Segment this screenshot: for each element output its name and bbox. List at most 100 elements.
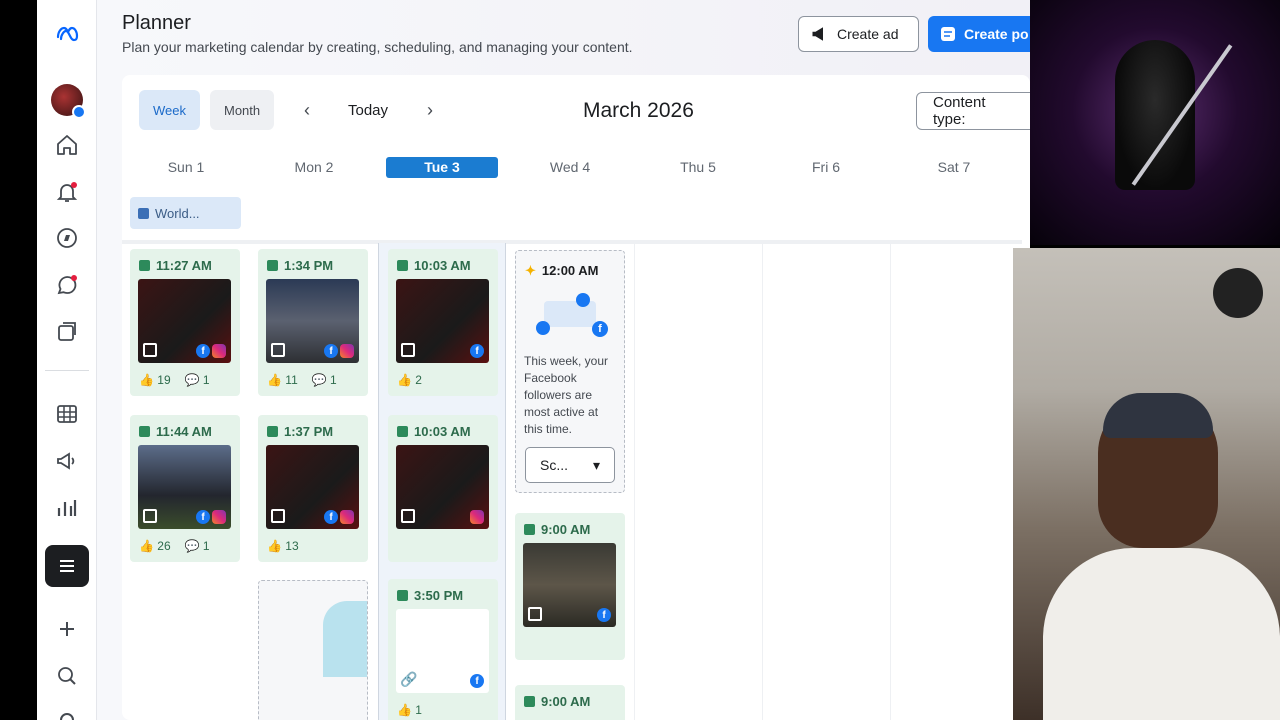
account-avatar[interactable]: [45, 80, 89, 120]
content-icon[interactable]: [45, 312, 89, 352]
day-header[interactable]: Mon 2: [258, 157, 370, 178]
megaphone-icon: [812, 27, 823, 41]
facebook-icon: f: [324, 510, 338, 524]
likes-count: 👍 13: [267, 539, 299, 553]
instagram-icon: [340, 510, 354, 524]
schedule-dropdown[interactable]: Sc... ▾: [525, 447, 615, 483]
webcam-overlay: [1013, 248, 1280, 720]
view-week-tab[interactable]: Week: [139, 90, 200, 130]
facebook-icon: f: [597, 608, 611, 622]
sun-column: 11:27 AM f 👍 19 💬 1 11:44 AM f 👍 26 💬 1: [122, 243, 250, 720]
photo-icon: [271, 343, 285, 357]
day-header[interactable]: Fri 6: [770, 157, 882, 178]
tue-column: 10:03 AM f 👍 2 10:03 AM 3:50 PM 🔗 f 👍 1: [378, 243, 506, 720]
post-time: 11:27 AM: [139, 258, 212, 273]
post-stats: 👍 2: [397, 373, 422, 387]
post-icon: [941, 27, 955, 41]
post-card[interactable]: 9:00 AM f: [515, 513, 625, 660]
sparkle-icon: ✦: [525, 263, 536, 278]
day-header-today[interactable]: Tue 3: [386, 157, 498, 178]
facebook-icon: f: [470, 344, 484, 358]
post-card[interactable]: 11:44 AM f 👍 26 💬 1: [130, 415, 240, 562]
page-title: Planner: [122, 12, 191, 34]
likes-count: 👍 26: [139, 539, 171, 553]
post-card[interactable]: 1:34 PM f 👍 11 💬 1: [258, 249, 368, 396]
wed-column: ✦ 12:00 AM f This week, your Facebook fo…: [506, 243, 634, 720]
photo-icon: [401, 343, 415, 357]
post-card[interactable]: 10:03 AM: [388, 415, 498, 562]
page-subtitle: Plan your marketing calendar by creating…: [122, 39, 633, 55]
chevron-down-icon: ▾: [592, 456, 600, 473]
comments-count: 💬 1: [311, 373, 337, 387]
instagram-icon: [212, 344, 226, 358]
post-card[interactable]: 11:27 AM f 👍 19 💬 1: [130, 249, 240, 396]
photo-icon: [143, 509, 157, 523]
explore-compass-icon[interactable]: [45, 218, 89, 258]
post-card[interactable]: 10:03 AM f 👍 2: [388, 249, 498, 396]
post-card[interactable]: 9:00 AM: [515, 685, 625, 720]
fri-column: [762, 243, 890, 720]
left-nav-rail: [37, 0, 97, 720]
view-month-tab[interactable]: Month: [210, 90, 275, 130]
search-icon[interactable]: [45, 656, 89, 696]
event-chip[interactable]: World...: [130, 197, 241, 229]
post-thumbnail: f: [138, 279, 231, 363]
post-time: 10:03 AM: [397, 424, 471, 439]
post-stats: 👍 19 💬 1: [139, 373, 210, 387]
tank-top: [1043, 548, 1280, 720]
post-thumbnail: f: [266, 445, 359, 529]
week-day-headers: Sun 1 Mon 2 Tue 3 Wed 4 Thu 5 Fri 6 Sat …: [122, 157, 1022, 179]
mon-column: 1:34 PM f 👍 11 💬 1 1:37 PM f 👍 13: [250, 243, 378, 720]
day-header[interactable]: Sun 1: [130, 157, 242, 178]
post-thumbnail-link: 🔗 f: [396, 609, 489, 693]
event-icon: [138, 207, 149, 219]
create-post-button[interactable]: Create po: [928, 16, 1030, 52]
day-header[interactable]: Thu 5: [642, 157, 754, 178]
likes-count: 👍 1: [397, 703, 422, 717]
next-arrow-icon[interactable]: ›: [420, 100, 440, 120]
post-card[interactable]: 1:37 PM f 👍 13: [258, 415, 368, 562]
notification-dot: [71, 182, 77, 188]
rail-divider: [45, 370, 89, 371]
screen: Planner Plan your marketing calendar by …: [0, 0, 1280, 720]
insights-bar-chart-icon[interactable]: [45, 488, 89, 528]
current-month-label: March 2026: [583, 99, 694, 122]
notifications-bell-icon[interactable]: [45, 172, 89, 212]
post-time: 3:50 PM: [397, 588, 463, 603]
audience-illustration: f: [536, 293, 608, 339]
facebook-icon: f: [196, 510, 210, 524]
suggestion-text: This week, your Facebook followers are m…: [524, 354, 609, 436]
settings-gear-icon[interactable]: [45, 700, 89, 720]
post-stats: 👍 26 💬 1: [139, 539, 210, 553]
illustration-shape: [323, 601, 367, 677]
day-header[interactable]: Sat 7: [898, 157, 1010, 178]
facebook-icon: f: [324, 344, 338, 358]
sat-column: [890, 243, 1018, 720]
post-thumbnail: [396, 445, 489, 529]
schedule-dropdown-label: Sc...: [540, 457, 569, 473]
menu-hamburger-icon[interactable]: [45, 545, 89, 587]
previous-arrow-icon[interactable]: ‹: [297, 100, 317, 120]
post-stats: 👍 11 💬 1: [267, 373, 337, 387]
instagram-icon: [340, 344, 354, 358]
meta-business-suite: Planner Plan your marketing calendar by …: [37, 0, 1030, 720]
facebook-icon: f: [470, 674, 484, 688]
add-plus-icon[interactable]: [45, 609, 89, 649]
content-type-filter[interactable]: Content type:: [916, 92, 1030, 130]
today-button[interactable]: Today: [348, 102, 388, 119]
draft-placeholder[interactable]: [258, 580, 368, 720]
post-card[interactable]: 3:50 PM 🔗 f 👍 1: [388, 579, 498, 720]
create-ad-button[interactable]: Create ad: [798, 16, 919, 52]
create-post-label: Create po: [964, 26, 1029, 42]
post-stats: 👍 1: [397, 703, 422, 717]
meta-logo-icon[interactable]: [45, 14, 89, 54]
post-time: 9:00 AM: [524, 522, 590, 537]
day-header[interactable]: Wed 4: [514, 157, 626, 178]
ceiling-fixture: [1213, 268, 1263, 318]
megaphone-ads-icon[interactable]: [45, 441, 89, 481]
comments-count: 💬 1: [184, 539, 210, 553]
table-grid-icon[interactable]: [45, 394, 89, 434]
messages-icon[interactable]: [45, 265, 89, 305]
post-thumbnail: f: [138, 445, 231, 529]
home-icon[interactable]: [45, 125, 89, 165]
